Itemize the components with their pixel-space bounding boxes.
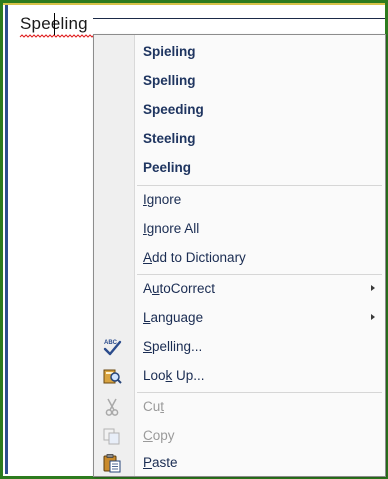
- menu-item-label: Cut: [143, 399, 165, 414]
- menu-item-add-to-dictionary[interactable]: Add to Dictionary: [94, 243, 385, 272]
- menu-item-spelling[interactable]: ABC Spelling...: [94, 332, 385, 361]
- spelling-context-menu: Spieling Spelling Speeding Steeling Peel…: [93, 34, 386, 477]
- menu-item-label: Paste: [143, 455, 178, 470]
- menu-item-label: Spelling...: [143, 339, 203, 354]
- suggestion-peeling[interactable]: Peeling: [94, 153, 385, 182]
- suggestion-label: Speeding: [143, 102, 204, 117]
- text-cursor: [54, 13, 55, 35]
- menu-item-label: Ignore: [143, 192, 182, 207]
- menu-item-label: AutoCorrect: [143, 281, 216, 296]
- scissors-icon: [105, 398, 119, 416]
- menu-item-label: Look Up...: [143, 368, 205, 383]
- suggestion-label: Steeling: [143, 131, 196, 146]
- menu-item-look-up[interactable]: Look Up...: [94, 361, 385, 390]
- menu-item-ignore-all[interactable]: Ignore All: [94, 214, 385, 243]
- menu-item-label: Ignore All: [143, 221, 200, 236]
- menu-item-language[interactable]: Language: [94, 303, 385, 332]
- suggestion-label: Spelling: [143, 73, 196, 88]
- suggestion-spelling[interactable]: Spelling: [94, 66, 385, 95]
- menu-item-autocorrect[interactable]: AutoCorrect: [94, 274, 385, 303]
- submenu-arrow-icon: [371, 314, 375, 320]
- menu-item-label: Copy: [143, 428, 175, 443]
- menu-item-label: Language: [143, 310, 204, 325]
- menu-item-cut[interactable]: Cut: [94, 392, 385, 421]
- spelling-error-squiggle: [19, 34, 97, 38]
- copy-icon: [103, 428, 120, 445]
- suggestion-steeling[interactable]: Steeling: [94, 124, 385, 153]
- suggestion-spieling[interactable]: Spieling: [94, 37, 385, 66]
- suggestion-label: Spieling: [143, 44, 196, 59]
- menu-item-ignore[interactable]: Ignore: [94, 185, 385, 214]
- svg-text:ABC: ABC: [104, 340, 118, 346]
- submenu-arrow-icon: [371, 285, 375, 291]
- menu-item-copy[interactable]: Copy: [94, 421, 385, 450]
- suggestion-label: Peeling: [143, 160, 192, 175]
- menu-item-paste[interactable]: Paste: [94, 448, 385, 477]
- page-edge-line: [93, 18, 385, 19]
- menu-item-label: Add to Dictionary: [143, 250, 246, 265]
- research-book-icon: [103, 369, 122, 384]
- spelling-check-icon: ABC: [103, 340, 122, 356]
- suggestion-speeding[interactable]: Speeding: [94, 95, 385, 124]
- clipboard-paste-icon: [103, 454, 121, 473]
